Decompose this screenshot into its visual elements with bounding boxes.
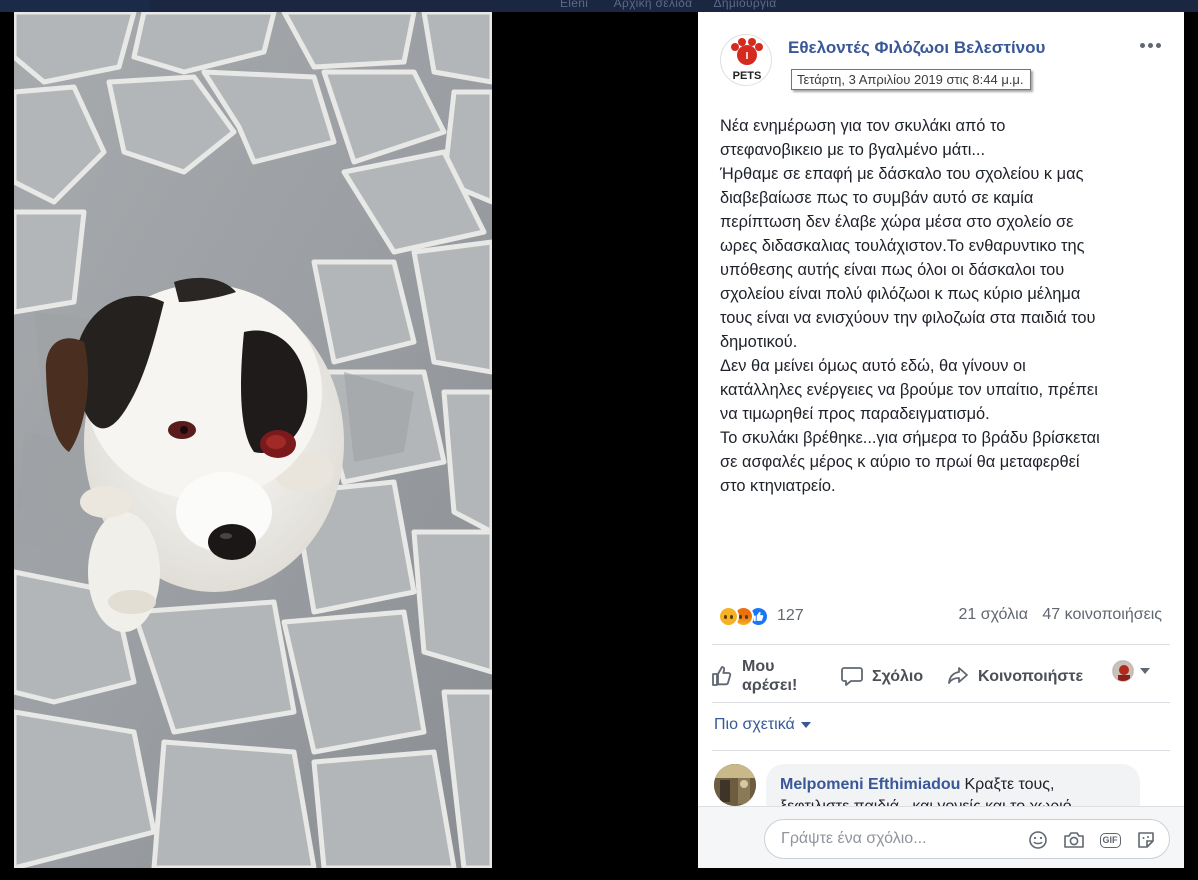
page-avatar[interactable]: I PETS <box>720 34 772 86</box>
reactions-summary[interactable]: 127 <box>718 604 804 628</box>
chevron-down-icon <box>800 722 811 728</box>
commenter-avatar[interactable] <box>714 764 756 806</box>
thumbs-up-icon <box>712 666 732 686</box>
shares-count-link[interactable]: 47 κοινοποιήσεις <box>1042 606 1162 623</box>
post-header: I PETS Εθελοντές Φιλόζωοι Βελεστίνου Τετ… <box>698 12 1184 102</box>
post-paragraph: Ήρθαμε σε επαφή με δάσκαλο του σχολείου … <box>720 165 1096 351</box>
header-logo-area <box>0 0 150 12</box>
header-nav: Eleni Αρχική σελίδα Δημιουργία <box>560 0 776 10</box>
more-dot-icon <box>1147 42 1153 48</box>
avatar-letter: I <box>746 51 749 62</box>
nav-item-create[interactable]: Δημιουργία <box>714 0 777 10</box>
like-label-line2: αρέσει! <box>742 677 798 694</box>
comments-count-link[interactable]: 21 σχόλια <box>958 606 1027 623</box>
reaction-count[interactable]: 127 <box>777 607 804 625</box>
share-button[interactable]: Κοινοποιήστε <box>946 650 1083 702</box>
divider <box>712 702 1170 703</box>
sort-label: Πιο σχετικά <box>714 716 795 733</box>
comment-item: Melpomeni EfthimiadouΚραξτε τους, ξεφτιλ… <box>712 762 1172 820</box>
user-avatar <box>1112 660 1134 682</box>
page-header-strip: Eleni Αρχική σελίδα Δημιουργία <box>0 0 1198 12</box>
sad-reaction-icon <box>718 605 739 627</box>
comment-composer-area: GIF <box>698 806 1184 868</box>
more-options-button[interactable] <box>1134 34 1166 56</box>
comment-author-link[interactable]: Melpomeni Efthimiadou <box>780 776 960 793</box>
engagement-counts: 21 σχόλια 47 κοινοποιήσεις <box>958 606 1162 624</box>
paw-logo-icon: I PETS <box>731 38 763 82</box>
chevron-down-icon <box>1140 668 1150 674</box>
speech-bubble-icon <box>841 667 863 686</box>
backdrop-text-strip <box>0 870 1198 880</box>
composer-tools: GIF <box>1027 829 1157 851</box>
comment-input[interactable] <box>781 828 1001 850</box>
like-label-line1: Μου <box>742 658 775 675</box>
comment-button[interactable]: Σχόλιο <box>840 650 923 702</box>
more-dot-icon <box>1139 42 1145 48</box>
nav-item-home[interactable]: Αρχική σελίδα <box>614 0 693 10</box>
post-photo[interactable] <box>14 12 492 868</box>
comment-composer: GIF <box>764 819 1170 859</box>
like-button[interactable]: Μου αρέσει! <box>710 650 797 702</box>
post-body: Νέα ενημέρωση για τον σκυλάκι από το στε… <box>720 114 1170 498</box>
divider <box>712 750 1170 751</box>
emoji-icon[interactable] <box>1027 829 1049 851</box>
timestamp-tooltip: Τετάρτη, 3 Απριλίου 2019 στις 8:44 μ.μ. <box>791 69 1031 90</box>
post-paragraph: Το σκυλάκι βρέθηκε...για σήμερα το βράδυ… <box>720 429 1100 495</box>
camera-icon[interactable] <box>1063 829 1085 851</box>
comment-sort-dropdown[interactable]: Πιο σχετικά <box>714 716 811 734</box>
dog-photo-image <box>14 12 492 868</box>
react-as-selector[interactable] <box>1112 660 1150 682</box>
post-paragraph: Νέα ενημέρωση για τον σκυλάκι από το στε… <box>720 117 1006 159</box>
share-label: Κοινοποιήστε <box>978 667 1084 685</box>
more-dot-icon <box>1155 42 1161 48</box>
share-arrow-icon <box>948 667 968 684</box>
comment-label: Σχόλιο <box>872 667 924 685</box>
page-name-link[interactable]: Εθελοντές Φιλόζωοι Βελεστίνου <box>788 38 1045 58</box>
divider <box>712 644 1170 645</box>
nav-item-profile[interactable]: Eleni <box>560 0 588 10</box>
gif-icon[interactable]: GIF <box>1099 829 1121 851</box>
post-panel: I PETS Εθελοντές Φιλόζωοι Βελεστίνου Τετ… <box>698 12 1184 868</box>
avatar-text: PETS <box>733 70 762 82</box>
sticker-icon[interactable] <box>1135 829 1157 851</box>
post-paragraph: Δεν θα μείνει όμως αυτό εδώ, θα γίνουν ο… <box>720 357 1098 423</box>
